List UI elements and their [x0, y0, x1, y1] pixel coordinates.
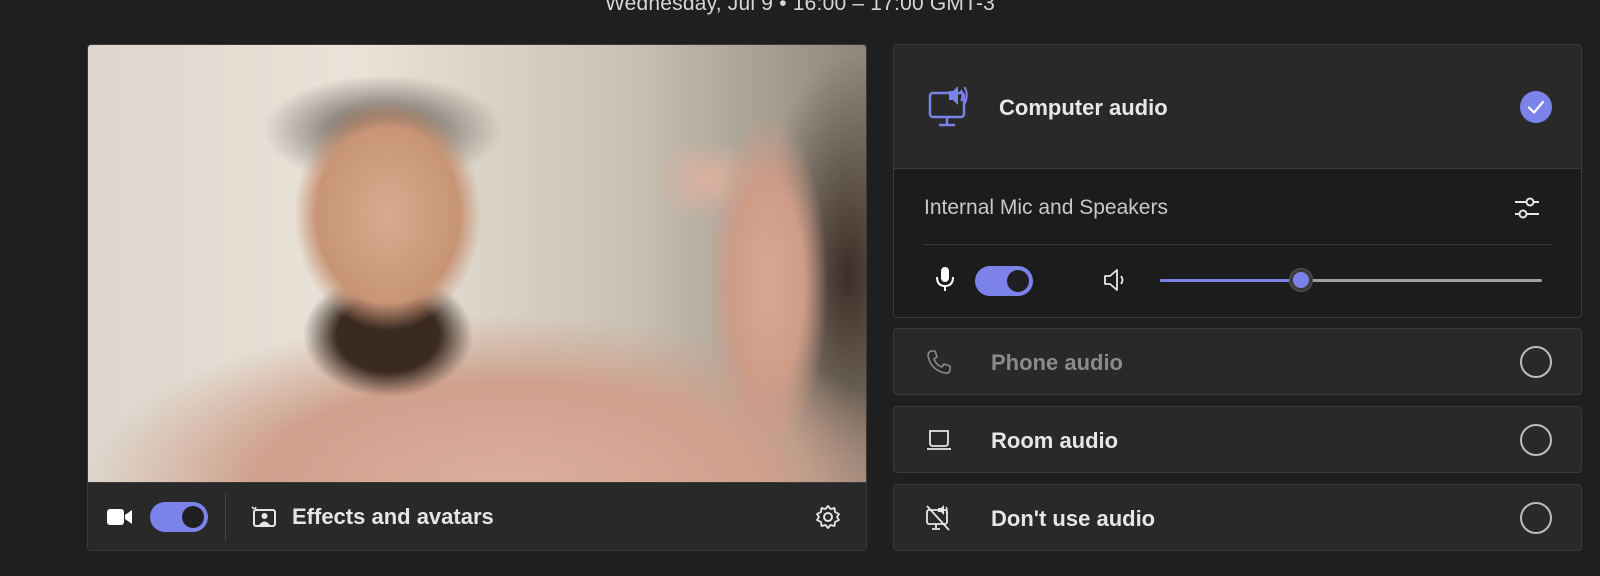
no-audio-label: Don't use audio: [991, 506, 1156, 531]
meeting-time-header: Wednesday, Jul 9 • 16:00 – 17:00 GMT-3: [604, 0, 996, 15]
gear-icon[interactable]: [814, 503, 842, 531]
audio-divider: [924, 244, 1552, 245]
no-audio-option[interactable]: Don't use audio: [893, 484, 1582, 551]
computer-audio-label: Computer audio: [999, 95, 1168, 120]
microphone-icon: [934, 265, 956, 293]
room-audio-option[interactable]: Room audio: [893, 406, 1582, 473]
checkmark-icon: [1527, 100, 1545, 114]
video-camera-icon: [106, 505, 134, 529]
video-preview-panel: Effects and avatars: [87, 44, 867, 551]
toolbar-divider: [225, 493, 226, 541]
phone-audio-radio[interactable]: [1520, 346, 1552, 378]
audio-device-label: Internal Mic and Speakers: [924, 196, 1168, 219]
speaker-volume-icon: [1101, 266, 1131, 294]
video-toolbar: Effects and avatars: [88, 482, 866, 550]
computer-audio-header[interactable]: Computer audio: [894, 45, 1581, 169]
computer-audio-selected-check[interactable]: [1520, 91, 1552, 123]
effects-and-avatars-button[interactable]: Effects and avatars: [292, 504, 494, 530]
phone-audio-label: Phone audio: [991, 350, 1123, 375]
device-settings-sliders-icon[interactable]: [1512, 193, 1542, 223]
room-device-icon: [924, 425, 954, 455]
no-audio-icon: [924, 503, 954, 533]
speaker-volume-slider[interactable]: [1160, 269, 1542, 291]
camera-preview: [88, 45, 866, 482]
volume-fill: [1160, 279, 1302, 282]
no-audio-radio[interactable]: [1520, 502, 1552, 534]
phone-icon: [924, 347, 954, 377]
camera-toggle[interactable]: [150, 502, 208, 532]
computer-audio-card[interactable]: Computer audio Internal Mic and Speakers: [893, 44, 1582, 318]
computer-speaker-icon: [927, 83, 973, 129]
effects-icon[interactable]: [251, 506, 277, 528]
room-audio-label: Room audio: [991, 428, 1119, 453]
room-audio-radio[interactable]: [1520, 424, 1552, 456]
volume-slider-thumb[interactable]: [1290, 269, 1313, 291]
phone-audio-option[interactable]: Phone audio: [893, 328, 1582, 395]
microphone-toggle[interactable]: [975, 266, 1033, 296]
